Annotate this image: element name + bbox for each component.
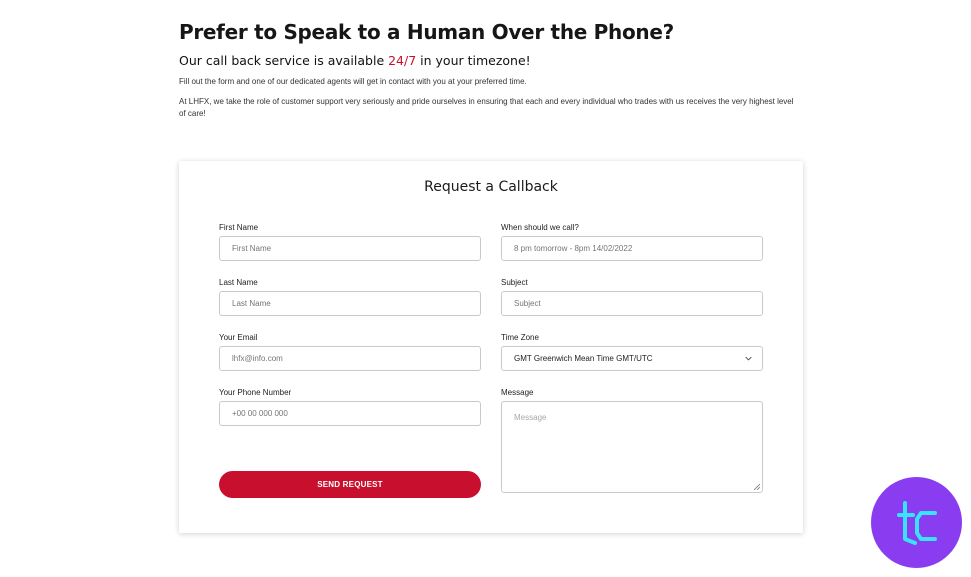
- last-name-field-group: Last Name: [219, 278, 481, 316]
- first-name-input[interactable]: [219, 236, 481, 261]
- subject-label: Subject: [501, 278, 528, 287]
- phone-label: Your Phone Number: [219, 388, 292, 397]
- tc-logo-icon: [871, 477, 962, 568]
- email-field-group: Your Email: [219, 333, 481, 371]
- first-name-label: First Name: [219, 223, 259, 232]
- subtitle-text: Our call back service is available: [179, 53, 389, 68]
- hero-section: Prefer to Speak to a Human Over the Phon…: [179, 18, 799, 120]
- first-name-field-group: First Name: [219, 223, 481, 261]
- call-time-label: When should we call?: [501, 223, 579, 232]
- call-time-input[interactable]: [501, 236, 763, 261]
- resize-grip-icon[interactable]: [754, 484, 760, 490]
- chevron-down-icon: [745, 356, 752, 361]
- subject-input[interactable]: [501, 291, 763, 316]
- page-subtitle: Our call back service is available 24/7 …: [179, 52, 799, 70]
- timezone-selected-value: GMT Greenwich Mean Time GMT/UTC: [514, 354, 653, 363]
- call-time-field-group: When should we call?: [501, 223, 763, 261]
- message-placeholder: Message: [514, 413, 547, 422]
- email-label: Your Email: [219, 333, 258, 342]
- send-request-button[interactable]: SEND REQUEST: [219, 471, 481, 498]
- subtitle-accent: 24/7: [388, 53, 417, 68]
- phone-input[interactable]: [219, 401, 481, 426]
- email-input[interactable]: [219, 346, 481, 371]
- intro-paragraph: Fill out the form and one of our dedicat…: [179, 77, 527, 86]
- form-title: Request a Callback: [424, 179, 558, 195]
- last-name-input[interactable]: [219, 291, 481, 316]
- subject-field-group: Subject: [501, 278, 763, 316]
- message-textarea[interactable]: Message: [501, 401, 763, 493]
- last-name-label: Last Name: [219, 278, 258, 287]
- timezone-field-group: Time Zone GMT Greenwich Mean Time GMT/UT…: [501, 333, 763, 371]
- subtitle-text-end: in your timezone!: [416, 53, 531, 68]
- message-field-group: Message Message: [501, 388, 763, 493]
- page-title: Prefer to Speak to a Human Over the Phon…: [179, 20, 674, 44]
- timezone-label: Time Zone: [501, 333, 539, 342]
- tc-logo-mark-icon: [896, 500, 937, 545]
- support-paragraph: At LHFX, we take the role of customer su…: [179, 97, 794, 118]
- callback-form-card: Request a Callback First Name Last Name …: [179, 161, 803, 533]
- message-label: Message: [501, 388, 534, 397]
- timezone-select[interactable]: GMT Greenwich Mean Time GMT/UTC: [501, 346, 763, 371]
- phone-field-group: Your Phone Number: [219, 388, 481, 426]
